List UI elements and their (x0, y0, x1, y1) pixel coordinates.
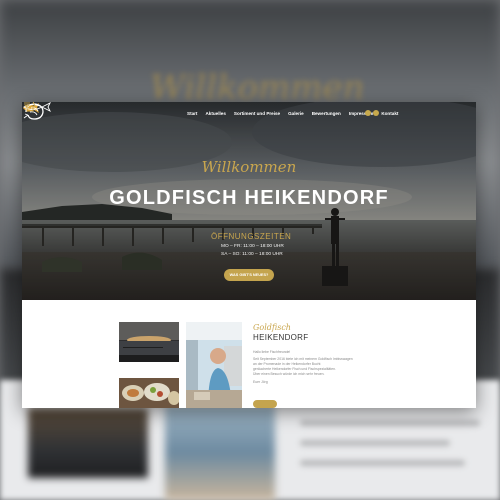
goldfisch-script-title: Goldfisch (253, 323, 291, 332)
opening-hours-weekday: MO – FR: 11:00 – 18:00 UHR (221, 244, 284, 249)
top-navigation: Start Aktuelles Sortiment und Preise Gal… (22, 102, 476, 128)
news-button[interactable]: WAS GIBT'S NEUES? (224, 269, 274, 281)
intro-text: geräucherte Heikendorfer Fisch und Fisch… (253, 367, 336, 371)
welcome-heading: Willkommen (201, 158, 297, 176)
website-screenshot: Start Aktuelles Sortiment und Preise Gal… (22, 102, 476, 408)
backdrop-photo (28, 408, 148, 478)
heikendorf-heading: HEIKENDORF (253, 333, 309, 342)
nav-item-start[interactable]: Start (187, 111, 197, 116)
backdrop-text-line (300, 440, 450, 446)
intro-signature: Euer Jörg (253, 380, 268, 384)
intro-text: Seit September 2016 biete ich mit meinem… (253, 357, 353, 361)
language-flag-icon[interactable] (365, 110, 371, 116)
nav-item-bewertungen[interactable]: Bewertungen (312, 111, 341, 116)
nav-item-kontakt[interactable]: Kontakt (381, 111, 398, 116)
owner-photo[interactable] (186, 322, 242, 408)
nav-item-sortiment[interactable]: Sortiment und Preise (234, 111, 280, 116)
hero-section: Start Aktuelles Sortiment und Preise Gal… (22, 102, 476, 300)
language-switcher (365, 110, 379, 116)
language-flag-icon[interactable] (373, 110, 379, 116)
sunset-photo[interactable] (119, 322, 179, 362)
page-title: GOLDFISCH HEIKENDORF (109, 187, 389, 209)
intro-text: Über einen Besuch würde ich mich sehr fr… (253, 372, 325, 376)
backdrop-text-line (300, 460, 465, 466)
backdrop-photo (165, 405, 275, 500)
backdrop-text-line (300, 420, 480, 426)
nav-item-galerie[interactable]: Galerie (288, 111, 304, 116)
more-button[interactable] (253, 400, 277, 408)
fish-platter-photo[interactable] (119, 378, 179, 408)
nav-item-aktuelles[interactable]: Aktuelles (205, 111, 225, 116)
fork-knife-icon (24, 102, 35, 112)
opening-hours-title: ÖFFNUNGSZEITEN (211, 232, 292, 241)
intro-section: Goldfisch HEIKENDORF Hallo liebe Fischfr… (22, 300, 476, 408)
opening-hours: MO – FR: 11:00 – 18:00 UHR SA – SO: 11:0… (221, 243, 284, 258)
opening-hours-weekend: SA – SO: 11:00 – 18:00 UHR (221, 251, 283, 257)
intro-text: an der Promenade in der Heikendorfer Buc… (253, 362, 321, 366)
intro-text: Hallo liebe Fischfreunde! (253, 350, 291, 354)
